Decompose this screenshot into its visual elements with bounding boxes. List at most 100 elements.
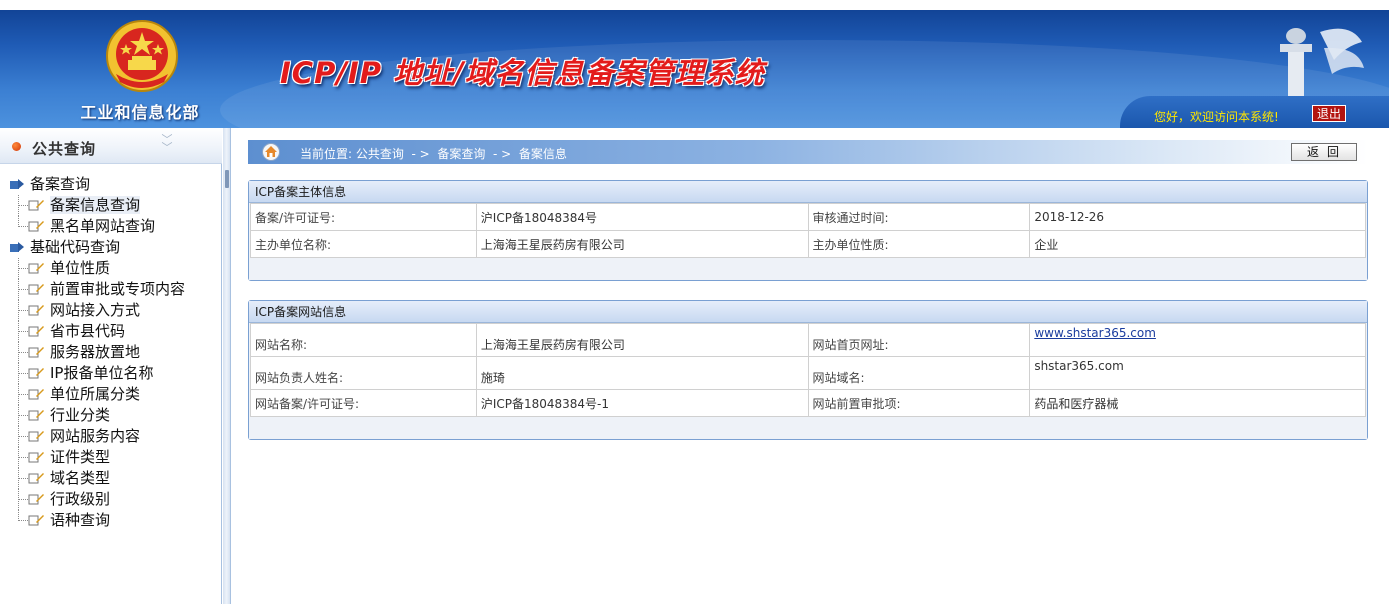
field-label: 网站备案/许可证号:	[250, 389, 477, 417]
sidebar-item-ip-unit-name[interactable]: IP报备单位名称	[0, 363, 222, 384]
field-value: 上海海王星辰药房有限公司	[475, 323, 809, 357]
pencil-note-icon	[28, 346, 44, 357]
sidebar-title: 公共查询	[32, 140, 97, 158]
field-value: 上海海王星辰药房有限公司	[475, 230, 809, 258]
field-label: 主办单位性质:	[807, 230, 1031, 258]
breadcrumb-item[interactable]: 公共查询	[356, 147, 404, 161]
panel-title: ICP备案主体信息	[249, 181, 1367, 203]
table-row: 网站名称: 上海海王星辰药房有限公司 网站首页网址: www.shstar365…	[250, 323, 1366, 357]
breadcrumb-separator: - >	[411, 147, 430, 161]
pencil-note-icon	[28, 493, 44, 504]
splitter-grip-icon[interactable]	[225, 170, 229, 188]
sidebar-item-access-method[interactable]: 网站接入方式	[0, 300, 222, 321]
sidebar-item-certificate-type[interactable]: 证件类型	[0, 447, 222, 468]
sidebar-splitter[interactable]	[223, 128, 231, 604]
sidebar-item-label: 省市县代码	[50, 322, 126, 340]
sidebar-item-domain-type[interactable]: 域名类型	[0, 468, 222, 489]
folder-arrow-icon	[10, 241, 24, 252]
icp-subject-info-panel: ICP备案主体信息 备案/许可证号: 沪ICP备18048384号 审核通过时间…	[248, 180, 1368, 281]
header-top-band	[0, 0, 1389, 10]
sidebar-item-blacklist-query[interactable]: 黑名单网站查询	[0, 216, 222, 237]
sidebar-item-label: 语种查询	[50, 511, 111, 529]
panel-footer	[249, 417, 1367, 439]
table-row: 主办单位名称: 上海海王星辰药房有限公司 主办单位性质: 企业	[250, 230, 1366, 258]
field-label: 网站首页网址:	[807, 323, 1031, 357]
sidebar-item-language[interactable]: 语种查询	[0, 510, 222, 531]
home-icon	[262, 143, 280, 161]
page-header: 工业和信息化部 ICP/IP 地址/域名信息备案管理系统 您好，欢迎访问本系统!…	[0, 0, 1389, 128]
pencil-note-icon	[28, 283, 44, 294]
subject-info-table: 备案/许可证号: 沪ICP备18048384号 审核通过时间: 2018-12-…	[250, 203, 1366, 258]
sidebar-item-unit-nature[interactable]: 单位性质	[0, 258, 222, 279]
sidebar-item-industry[interactable]: 行业分类	[0, 405, 222, 426]
pencil-note-icon	[28, 430, 44, 441]
sidebar-item-region-code[interactable]: 省市县代码	[0, 321, 222, 342]
field-value: 企业	[1029, 230, 1366, 258]
table-row: 网站备案/许可证号: 沪ICP备18048384号-1 网站前置审批项: 药品和…	[250, 389, 1366, 417]
sidebar-item-server-location[interactable]: 服务器放置地	[0, 342, 222, 363]
sidebar-item-label: 行政级别	[50, 490, 111, 508]
national-emblem-icon	[106, 20, 178, 92]
pencil-note-icon	[28, 451, 44, 462]
breadcrumb-prefix: 当前位置:	[300, 147, 353, 161]
sidebar-header[interactable]: 公共查询 ﹀ ﹀	[0, 128, 222, 164]
logout-button[interactable]: 退出	[1312, 105, 1346, 122]
pencil-note-icon	[28, 472, 44, 483]
panel-footer	[249, 258, 1367, 280]
sidebar-item-label: 服务器放置地	[50, 343, 141, 361]
sidebar-item-pre-approval[interactable]: 前置审批或专项内容	[0, 279, 222, 300]
ministry-name: 工业和信息化部	[80, 103, 200, 122]
sidebar-tree: 备案查询 备案信息查询 黑名单网站查询 基础代码查询 单位性质 前置审批或专项内…	[0, 174, 222, 531]
field-label: 网站名称:	[250, 323, 477, 357]
sidebar-item-label: 黑名单网站查询	[50, 217, 156, 235]
sidebar-item-label: 行业分类	[50, 406, 111, 424]
sidebar-item-label: 网站接入方式	[50, 301, 141, 319]
sidebar-item-admin-level[interactable]: 行政级别	[0, 489, 222, 510]
sidebar-item-service-content[interactable]: 网站服务内容	[0, 426, 222, 447]
pencil-note-icon	[28, 304, 44, 315]
field-value: 药品和医疗器械	[1029, 389, 1366, 417]
field-label: 审核通过时间:	[807, 203, 1031, 231]
sidebar-item-label: 单位性质	[50, 259, 111, 277]
homepage-url-link[interactable]: www.shstar365.com	[1034, 326, 1156, 340]
pencil-note-icon	[28, 388, 44, 399]
folder-arrow-icon	[10, 178, 24, 189]
field-value: 沪ICP备18048384号-1	[475, 389, 809, 417]
sidebar-item-label: 网站服务内容	[50, 427, 141, 445]
breadcrumb: 当前位置: 公共查询 - > 备案查询 - > 备案信息	[248, 140, 1368, 164]
breadcrumb-item: 备案信息	[518, 147, 567, 161]
sidebar-group-basic-code-query[interactable]: 基础代码查询	[0, 237, 222, 258]
sidebar-group-label: 基础代码查询	[30, 238, 121, 256]
sidebar-item-label: 前置审批或专项内容	[50, 280, 186, 298]
field-label: 网站负责人姓名:	[250, 356, 477, 390]
sidebar-group-record-query[interactable]: 备案查询	[0, 174, 222, 195]
pencil-note-icon	[28, 409, 44, 420]
field-value: 沪ICP备18048384号	[475, 203, 809, 231]
breadcrumb-item[interactable]: 备案查询	[437, 147, 485, 161]
field-value: 2018-12-26	[1029, 203, 1366, 231]
field-label: 网站域名:	[807, 356, 1031, 390]
sidebar-item-label: IP报备单位名称	[50, 364, 154, 382]
sidebar-item-label: 单位所属分类	[50, 385, 141, 403]
orange-dot-icon	[12, 142, 21, 151]
breadcrumb-separator: - >	[493, 147, 512, 161]
field-label: 网站前置审批项:	[807, 389, 1031, 417]
pencil-note-icon	[28, 325, 44, 336]
table-row: 网站负责人姓名: 施琦 网站域名: shstar365.com	[250, 356, 1366, 390]
field-label: 备案/许可证号:	[250, 203, 477, 231]
double-chevron-down-icon[interactable]: ﹀ ﹀	[160, 134, 174, 153]
field-label: 主办单位名称:	[250, 230, 477, 258]
icp-website-info-panel: ICP备案网站信息 网站名称: 上海海王星辰药房有限公司 网站首页网址: www…	[248, 300, 1368, 440]
sidebar-item-unit-category[interactable]: 单位所属分类	[0, 384, 222, 405]
sidebar-item-label: 证件类型	[50, 448, 111, 466]
panel-title: ICP备案网站信息	[249, 301, 1367, 323]
welcome-text: 您好，欢迎访问本系统!	[1154, 110, 1279, 124]
back-button[interactable]: 返回	[1291, 143, 1357, 161]
sidebar-item-label: 域名类型	[50, 469, 111, 487]
system-title: ICP/IP 地址/域名信息备案管理系统	[280, 56, 765, 90]
pencil-note-icon	[28, 262, 44, 273]
pencil-note-icon	[28, 199, 44, 210]
sidebar-item-record-info-query[interactable]: 备案信息查询	[0, 195, 222, 216]
pencil-note-icon	[28, 367, 44, 378]
field-value: 施琦	[475, 356, 809, 390]
